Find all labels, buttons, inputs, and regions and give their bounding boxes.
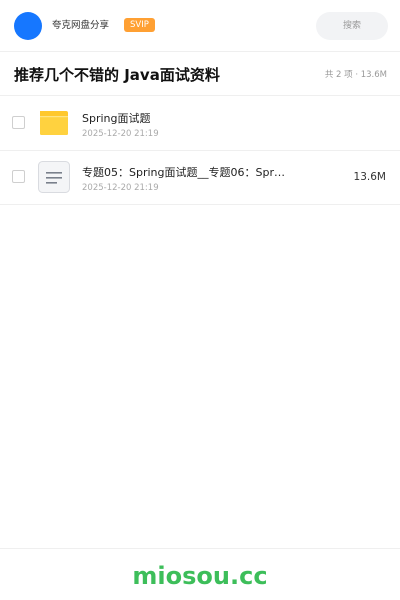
- top-header: 夸克网盘分享 SVIP: [0, 0, 400, 52]
- folder-icon: [38, 107, 70, 139]
- item-summary: 共 2 项 · 13.6M: [324, 70, 387, 80]
- file-date: 2025-12-20 21:19: [82, 129, 159, 139]
- file-name[interactable]: Spring面试题: [82, 112, 151, 126]
- file-date: 2025-12-20 21:19: [82, 183, 159, 193]
- file-row[interactable]: 专题05：Spring面试题__专题06：Spring… 2025-12-20 …: [0, 151, 400, 205]
- sharer-name[interactable]: 夸克网盘分享: [52, 19, 109, 33]
- file-row[interactable]: Spring面试题 2025-12-20 21:19: [0, 97, 400, 151]
- file-size: 13.6M: [353, 171, 386, 183]
- page-title: 推荐几个不错的 Java面试资料: [14, 66, 220, 84]
- share-page: 夸克网盘分享 SVIP 推荐几个不错的 Java面试资料 共 2 项 · 13.…: [0, 0, 400, 600]
- svip-badge: SVIP: [124, 18, 155, 32]
- footer-bar: miosou.cc: [0, 548, 400, 600]
- row-checkbox[interactable]: [12, 170, 25, 183]
- file-name[interactable]: 专题05：Spring面试题__专题06：Spring…: [82, 166, 287, 180]
- sharer-avatar[interactable]: [14, 12, 42, 40]
- share-title-bar: 推荐几个不错的 Java面试资料 共 2 项 · 13.6M: [0, 52, 400, 96]
- site-brand[interactable]: miosou.cc: [0, 561, 400, 591]
- row-checkbox[interactable]: [12, 116, 25, 129]
- document-icon: [38, 161, 70, 193]
- search-input[interactable]: [316, 12, 388, 40]
